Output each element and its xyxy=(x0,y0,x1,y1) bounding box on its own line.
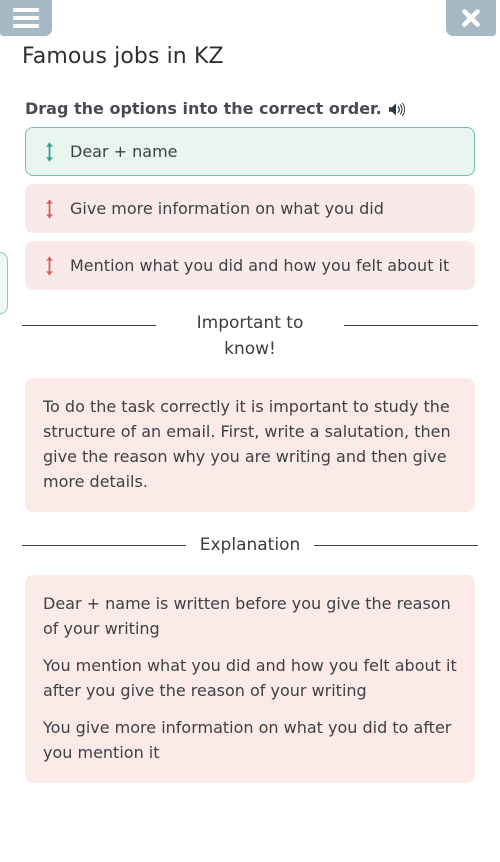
explanation-item: You give more information on what you di… xyxy=(43,718,452,762)
option-card-1[interactable]: Dear + name xyxy=(25,127,475,176)
explanation-section-header: Explanation xyxy=(22,532,478,558)
exercise-screen: Famous jobs in KZ Drag the options into … xyxy=(0,0,500,862)
divider-right xyxy=(344,325,478,326)
option-card-2[interactable]: Give more information on what you did xyxy=(25,184,475,233)
drag-updown-icon[interactable] xyxy=(42,142,56,162)
offscreen-card-sliver xyxy=(0,252,8,314)
hamburger-menu-icon xyxy=(13,8,39,12)
option-label: Give more information on what you did xyxy=(70,199,384,218)
divider-right xyxy=(314,544,478,546)
important-body-text: To do the task correctly it is important… xyxy=(43,397,451,491)
task-prompt-text: Drag the options into the correct order. xyxy=(25,99,382,118)
explanation-item: You mention what you did and how you fel… xyxy=(43,656,457,700)
hamburger-menu-icon-bar xyxy=(13,16,39,20)
drag-updown-icon[interactable] xyxy=(42,256,56,276)
speaker-icon[interactable] xyxy=(388,102,405,117)
top-bar xyxy=(0,0,500,36)
draggable-options-list[interactable]: Dear + name Give more information on wha… xyxy=(0,127,500,314)
close-button[interactable] xyxy=(446,0,496,36)
important-section-header: Important to know! xyxy=(22,310,478,362)
hamburger-menu-icon-bar xyxy=(13,24,39,28)
important-heading: Important to know! xyxy=(196,313,304,359)
explanation-box: Dear + name is written before you give t… xyxy=(25,575,475,783)
close-icon xyxy=(462,9,480,27)
page-title: Famous jobs in KZ xyxy=(22,44,224,69)
hamburger-menu-button[interactable] xyxy=(0,0,52,36)
option-card-3[interactable]: Mention what you did and how you felt ab… xyxy=(25,241,475,290)
important-info-box: To do the task correctly it is important… xyxy=(25,378,475,512)
option-label: Mention what you did and how you felt ab… xyxy=(70,256,450,275)
explanation-item: Dear + name is written before you give t… xyxy=(43,594,451,638)
divider-left xyxy=(22,544,186,546)
explanation-heading: Explanation xyxy=(199,535,301,555)
option-label: Dear + name xyxy=(70,142,178,161)
divider-left xyxy=(22,325,156,326)
drag-updown-icon[interactable] xyxy=(42,199,56,219)
task-prompt: Drag the options into the correct order. xyxy=(25,99,500,119)
